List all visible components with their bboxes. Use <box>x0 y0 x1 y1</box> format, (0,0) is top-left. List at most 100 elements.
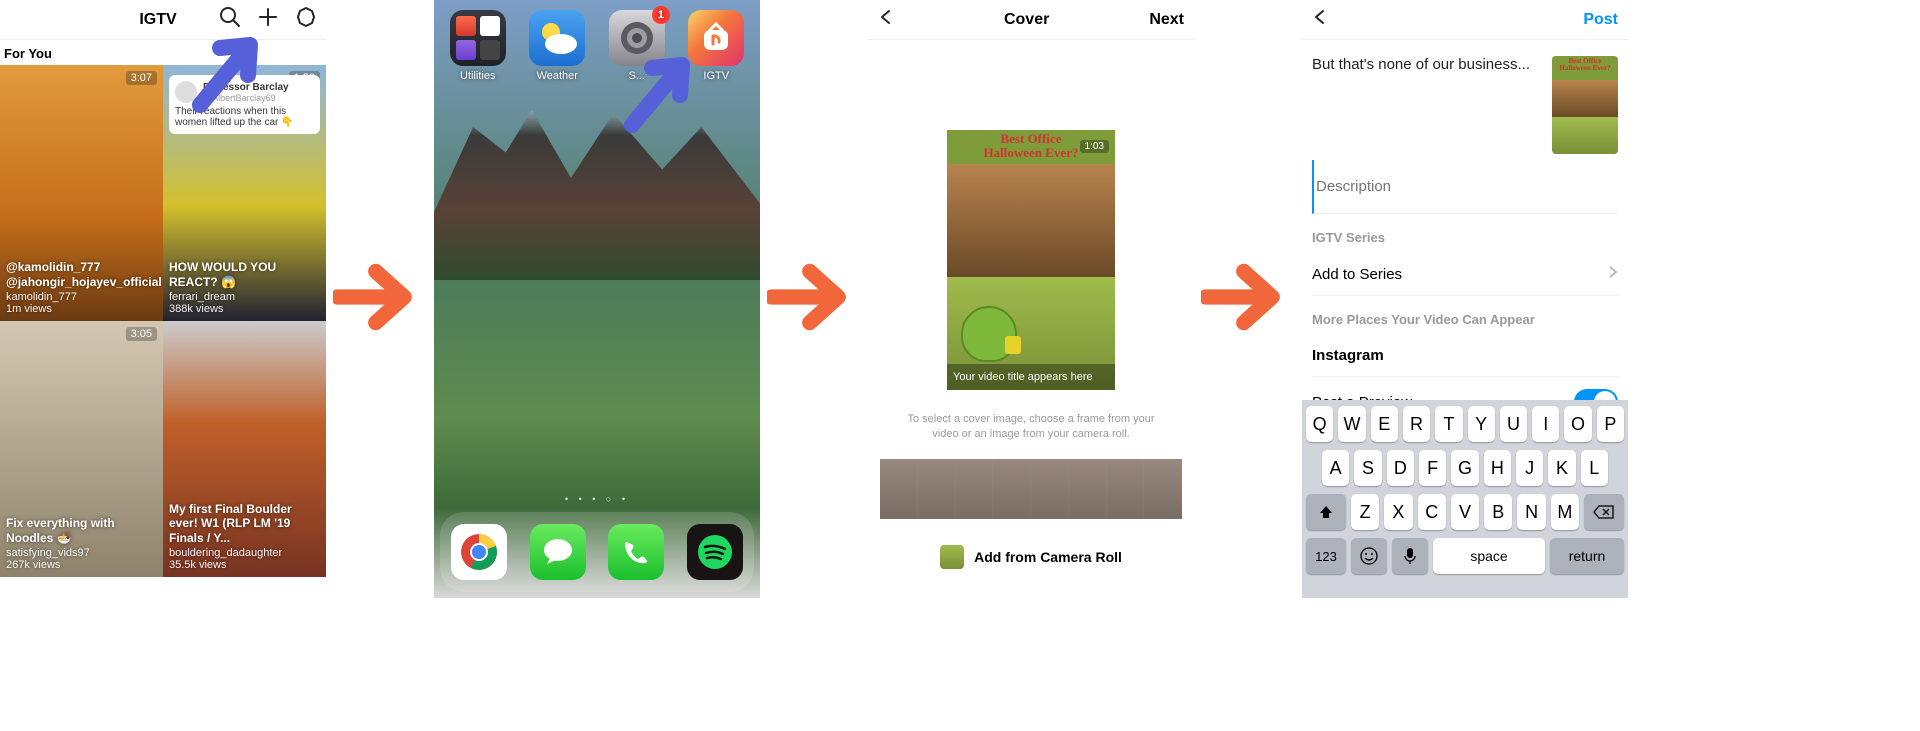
key-j[interactable]: J <box>1516 450 1543 486</box>
key-t[interactable]: T <box>1435 406 1462 442</box>
key-c[interactable]: C <box>1418 494 1446 530</box>
key-g[interactable]: G <box>1451 450 1478 486</box>
cover-overlay-text: Your video title appears here <box>947 364 1115 390</box>
video-title: @kamolidin_777@jahongir_hojayev_official <box>6 260 157 289</box>
key-x[interactable]: X <box>1384 494 1412 530</box>
video-views: 267k views <box>6 559 157 571</box>
settings-icon[interactable] <box>294 5 318 34</box>
video-views: 1m views <box>6 303 157 315</box>
back-button[interactable] <box>1312 9 1338 30</box>
video-views: 388k views <box>169 303 320 315</box>
next-button[interactable]: Next <box>1149 11 1184 29</box>
screen-cover: Cover Next Best OfficeHalloween Ever? 1:… <box>868 0 1194 598</box>
keyboard-row: QWERTYUIOP <box>1306 406 1624 442</box>
return-key[interactable]: return <box>1550 538 1624 574</box>
key-o[interactable]: O <box>1564 406 1591 442</box>
dock-app-chrome[interactable] <box>451 524 507 580</box>
app-weather[interactable]: Weather <box>524 10 590 82</box>
tutorial-arrow-icon <box>180 20 280 125</box>
space-key[interactable]: space <box>1433 538 1545 574</box>
app-label: Utilities <box>445 70 511 82</box>
back-button[interactable] <box>878 9 904 30</box>
instagram-row: Instagram <box>1312 335 1618 377</box>
key-d[interactable]: D <box>1387 450 1414 486</box>
key-e[interactable]: E <box>1371 406 1398 442</box>
cover-image-mug <box>1005 336 1021 354</box>
video-title: My first Final Boulder ever! W1 (RLP LM … <box>169 502 320 545</box>
key-l[interactable]: L <box>1581 450 1608 486</box>
chevron-right-icon <box>1608 265 1618 283</box>
screen-igtv-feed: IGTV For You 3:07 @kamolidin_777@jahongi… <box>0 0 326 598</box>
video-author: bouldering_dadaughter <box>169 547 320 559</box>
feed-tile[interactable]: 3:07 @kamolidin_777@jahongir_hojayev_off… <box>0 65 163 321</box>
app-utilities[interactable]: Utilities <box>445 10 511 82</box>
dock <box>440 512 754 592</box>
key-p[interactable]: P <box>1597 406 1624 442</box>
app-label: Weather <box>524 70 590 82</box>
keyboard-row: ZXCVBNM <box>1306 494 1624 530</box>
add-from-camera-roll-button[interactable]: Add from Camera Roll <box>868 531 1194 583</box>
backspace-key[interactable] <box>1584 494 1624 530</box>
video-title: HOW WOULD YOU REACT? 😱 <box>169 260 320 289</box>
shift-key[interactable] <box>1306 494 1346 530</box>
key-v[interactable]: V <box>1451 494 1479 530</box>
keyboard-row: 123 space return <box>1306 538 1624 574</box>
video-author: kamolidin_777 <box>6 291 157 303</box>
emoji-key[interactable] <box>1351 538 1387 574</box>
key-h[interactable]: H <box>1484 450 1511 486</box>
key-i[interactable]: I <box>1532 406 1559 442</box>
igtv-feed: 3:07 @kamolidin_777@jahongir_hojayev_off… <box>0 65 326 577</box>
dictation-key[interactable] <box>1392 538 1428 574</box>
key-k[interactable]: K <box>1548 450 1575 486</box>
dock-app-messages[interactable] <box>530 524 586 580</box>
frame-selector[interactable] <box>880 459 1182 519</box>
key-r[interactable]: R <box>1403 406 1430 442</box>
key-f[interactable]: F <box>1419 450 1446 486</box>
cover-duration: 1:03 <box>1080 140 1109 153</box>
cover-navbar: Cover Next <box>868 0 1194 40</box>
dock-app-spotify[interactable] <box>687 524 743 580</box>
dock-app-phone[interactable] <box>608 524 664 580</box>
description-input[interactable] <box>1312 160 1618 214</box>
post-navbar: Post <box>1302 0 1628 40</box>
video-author: ferrari_dream <box>169 291 320 303</box>
feed-tile[interactable]: 3:05 Fix everything with Noodles 🍜 satis… <box>0 321 163 577</box>
tutorial-arrow-icon <box>612 40 712 145</box>
key-m[interactable]: M <box>1551 494 1579 530</box>
key-z[interactable]: Z <box>1351 494 1379 530</box>
section-more-places: More Places Your Video Can Appear <box>1312 296 1618 335</box>
key-y[interactable]: Y <box>1468 406 1495 442</box>
cover-thumbnail[interactable]: Best OfficeHalloween Ever? <box>1552 56 1618 154</box>
notification-badge: 1 <box>652 6 670 24</box>
key-u[interactable]: U <box>1500 406 1527 442</box>
cover-help-text: To select a cover image, choose a frame … <box>868 390 1194 453</box>
step-arrow-icon <box>760 0 868 598</box>
numbers-key[interactable]: 123 <box>1306 538 1346 574</box>
post-button[interactable]: Post <box>1583 11 1618 29</box>
feed-tile[interactable]: My first Final Boulder ever! W1 (RLP LM … <box>163 321 326 577</box>
nav-title: Cover <box>904 11 1149 29</box>
add-to-series-row[interactable]: Add to Series <box>1312 253 1618 296</box>
video-duration: 3:07 <box>126 71 157 85</box>
key-w[interactable]: W <box>1338 406 1365 442</box>
video-title-input[interactable]: But that's none of our business... <box>1312 56 1542 73</box>
add-to-series-label: Add to Series <box>1312 266 1608 283</box>
video-duration: 3:05 <box>126 327 157 341</box>
key-s[interactable]: S <box>1354 450 1381 486</box>
camera-roll-label: Add from Camera Roll <box>974 549 1122 565</box>
key-q[interactable]: Q <box>1306 406 1333 442</box>
step-arrow-icon <box>1194 0 1302 598</box>
key-n[interactable]: N <box>1517 494 1545 530</box>
key-a[interactable]: A <box>1322 450 1349 486</box>
screen-post-details: Post But that's none of our business... … <box>1302 0 1628 598</box>
step-arrow-icon <box>326 0 434 598</box>
screen-ios-home: Utilities Weather 1 S... IGTV • • • ○ • <box>434 0 760 598</box>
section-igtv-series: IGTV Series <box>1312 214 1618 253</box>
key-b[interactable]: B <box>1484 494 1512 530</box>
instagram-label: Instagram <box>1312 347 1618 364</box>
video-views: 35.5k views <box>169 559 320 571</box>
camera-roll-thumb-icon <box>940 545 964 569</box>
video-author: satisfying_vids97 <box>6 547 157 559</box>
video-title: Fix everything with Noodles 🍜 <box>6 516 157 545</box>
page-indicator[interactable]: • • • ○ • <box>434 494 760 504</box>
